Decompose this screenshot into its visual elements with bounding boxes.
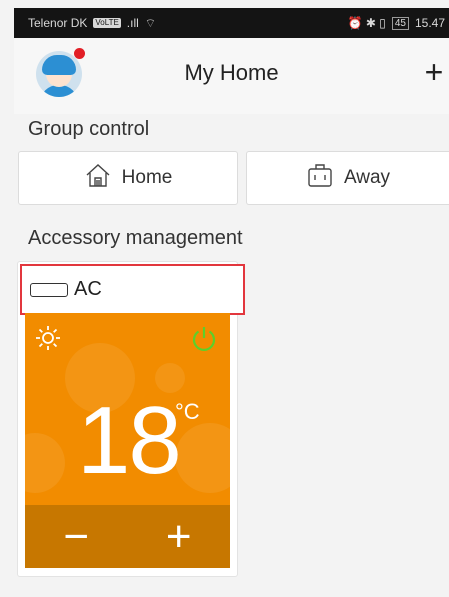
clock: 15.47: [414, 16, 445, 30]
status-bar-left: Telenor DK VoLTE .ıll ⌔: [28, 16, 156, 31]
background-bubble: [175, 423, 230, 493]
temperature-controls: − +: [25, 505, 230, 568]
ac-device-header[interactable]: AC: [20, 264, 245, 315]
increase-temperature-button[interactable]: +: [149, 514, 209, 559]
temperature-unit: °C: [175, 399, 200, 424]
home-icon: [84, 161, 112, 195]
home-mode-label: Home: [121, 167, 173, 188]
away-mode-button[interactable]: Away: [246, 151, 449, 205]
decrease-temperature-button[interactable]: −: [46, 514, 106, 559]
sun-icon[interactable]: [35, 325, 61, 351]
battery-icon: 45: [391, 16, 409, 30]
air-conditioner-icon: [30, 282, 68, 297]
app-header: My Home +: [14, 38, 449, 114]
home-mode-button[interactable]: Home: [18, 151, 238, 205]
status-bar-right: ⏰ ✱ ▯ 45 15.47: [348, 16, 445, 30]
temperature-value: 18: [77, 387, 182, 494]
device-name: AC: [74, 278, 102, 300]
away-mode-label: Away: [343, 167, 391, 188]
group-control-label: Group control: [28, 118, 150, 140]
app-screen: Telenor DK VoLTE .ıll ⌔ ⏰ ✱ ▯ 45 15.47 M…: [0, 0, 449, 597]
wifi-icon: ⌔: [144, 15, 157, 30]
power-icon[interactable]: [190, 325, 218, 353]
volte-badge: VoLTE: [93, 18, 121, 28]
ac-control-panel: 18 °C − +: [25, 313, 230, 568]
accessory-management-label: Accessory management: [28, 227, 243, 249]
carrier-name: Telenor DK: [28, 16, 88, 30]
notification-dot: [74, 48, 85, 59]
add-button[interactable]: +: [419, 56, 449, 88]
status-bar: Telenor DK VoLTE .ıll ⌔ ⏰ ✱ ▯ 45 15.47: [14, 8, 449, 38]
status-icons: ⏰ ✱ ▯: [347, 16, 386, 30]
page-title: My Home: [184, 60, 279, 85]
signal-icon: .ıll: [126, 16, 139, 30]
background-bubble: [25, 433, 65, 493]
suitcase-icon: [306, 161, 334, 195]
